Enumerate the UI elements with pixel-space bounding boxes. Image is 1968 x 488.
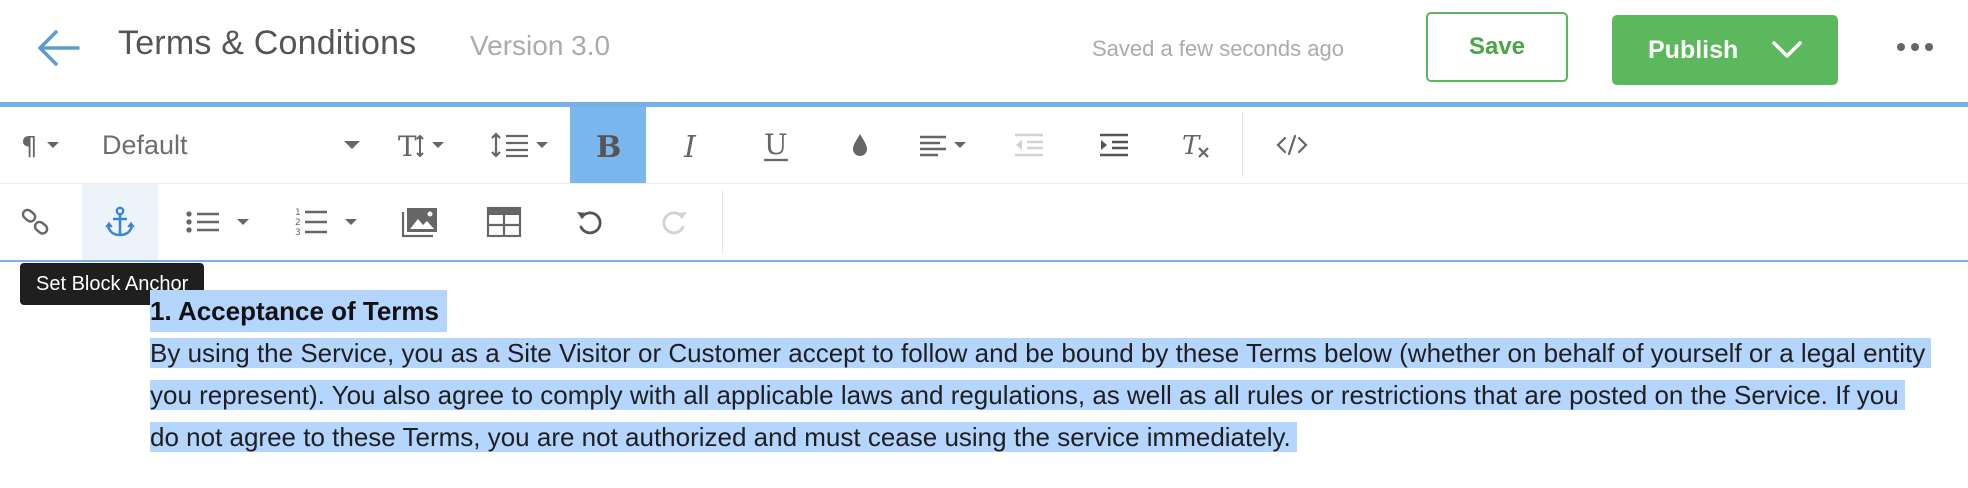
undo-button[interactable] <box>552 184 628 260</box>
insert-table-button[interactable] <box>466 184 542 260</box>
undo-icon <box>577 211 602 235</box>
line-height-icon <box>491 132 548 158</box>
numbered-list-icon: 1 2 3 <box>295 208 357 238</box>
font-style-select[interactable]: Default <box>86 107 366 183</box>
saved-status: Saved a few seconds ago <box>1092 36 1344 61</box>
code-view-button[interactable] <box>1252 107 1332 183</box>
svg-text:T: T <box>398 130 417 162</box>
publish-label: Publish <box>1648 35 1739 64</box>
numbered-list-button[interactable]: 1 2 3 <box>286 184 376 260</box>
italic-icon: I <box>683 130 697 163</box>
toolbar-divider <box>1242 113 1243 177</box>
bold-icon: B <box>596 130 621 163</box>
italic-button[interactable]: I <box>654 107 730 183</box>
clear-format-icon: T <box>1182 131 1209 161</box>
font-style-value: Default <box>102 130 188 160</box>
svg-text:I: I <box>683 130 697 163</box>
save-button[interactable]: Save <box>1426 12 1568 82</box>
insert-link-button[interactable] <box>0 184 72 260</box>
indent-icon <box>1100 133 1128 157</box>
editor-header: Terms & Conditions Version 3.0 Saved a f… <box>0 0 1968 102</box>
more-horizontal-icon <box>1897 43 1933 51</box>
image-icon <box>401 208 437 238</box>
text-color-button[interactable] <box>822 107 898 183</box>
bold-button[interactable]: B <box>570 107 646 183</box>
clear-format-button[interactable]: T <box>1158 107 1234 183</box>
heading-text: 1. Acceptance of Terms <box>150 290 447 332</box>
toolbar-row-2: 1 2 3 <box>0 184 1968 262</box>
table-icon <box>486 206 522 238</box>
toolbar-divider <box>722 190 723 254</box>
section-heading: 1. Acceptance of Terms <box>150 290 1930 332</box>
back-button[interactable] <box>34 26 84 70</box>
insert-image-button[interactable] <box>382 184 458 260</box>
code-icon <box>1276 134 1308 156</box>
svg-text:U: U <box>764 128 788 161</box>
text-size-icon: T <box>398 130 444 162</box>
bullet-list-button[interactable] <box>174 184 264 260</box>
outdent-icon <box>1015 133 1043 157</box>
svg-text:¶: ¶ <box>21 132 38 160</box>
text-color-icon <box>853 134 867 156</box>
svg-text:3: 3 <box>295 228 301 238</box>
align-icon <box>920 135 966 157</box>
anchor-icon <box>105 206 135 237</box>
editor-content[interactable]: 1. Acceptance of Terms By using the Serv… <box>150 290 1932 458</box>
line-height-button[interactable] <box>482 107 562 183</box>
underline-button[interactable]: U <box>738 107 814 183</box>
paragraph-format-button[interactable]: ¶ <box>6 107 76 183</box>
arrow-left-icon <box>38 30 80 66</box>
more-options-button[interactable] <box>1890 30 1940 64</box>
svg-text:2: 2 <box>295 218 301 228</box>
underline-icon: U <box>764 128 788 162</box>
redo-button[interactable] <box>636 184 712 260</box>
text-size-button[interactable]: T <box>384 107 460 183</box>
block-anchor-button[interactable] <box>82 184 158 260</box>
toolbar-row-1: ¶ Default T B I U T <box>0 107 1968 184</box>
chevron-down-icon[interactable] <box>1770 37 1804 63</box>
svg-text:1: 1 <box>295 208 301 218</box>
align-button[interactable] <box>906 107 986 183</box>
indent-button[interactable] <box>1076 107 1152 183</box>
svg-text:B: B <box>596 130 621 163</box>
paragraph-icon: ¶ <box>21 132 59 160</box>
svg-text:T: T <box>1182 131 1201 161</box>
section-paragraph: By using the Service, you as a Site Visi… <box>150 332 1932 458</box>
redo-icon <box>662 211 687 235</box>
bullet-list-icon <box>186 211 249 233</box>
link-icon <box>21 208 49 235</box>
paragraph-text: By using the Service, you as a Site Visi… <box>150 338 1932 452</box>
version-label: Version 3.0 <box>470 30 611 61</box>
outdent-button[interactable] <box>994 107 1064 183</box>
publish-button[interactable]: Publish <box>1612 15 1838 85</box>
caret-down-icon <box>344 141 360 149</box>
page-title: Terms & Conditions <box>118 24 417 62</box>
